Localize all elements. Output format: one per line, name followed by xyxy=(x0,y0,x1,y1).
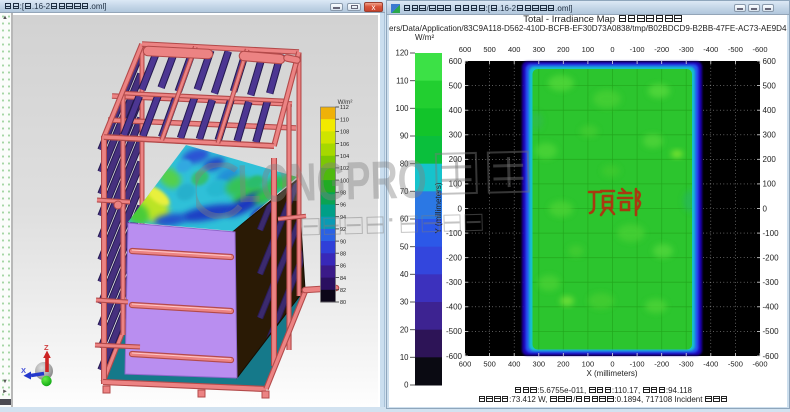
svg-text:20: 20 xyxy=(400,325,409,334)
svg-text:80: 80 xyxy=(400,159,409,168)
svg-text:86: 86 xyxy=(340,264,346,270)
svg-text:600: 600 xyxy=(459,45,472,54)
svg-text:600: 600 xyxy=(763,57,777,66)
svg-text:0: 0 xyxy=(458,204,463,213)
svg-text:-300: -300 xyxy=(679,45,694,54)
svg-text:-300: -300 xyxy=(446,278,463,287)
svg-text:-200: -200 xyxy=(446,254,463,263)
svg-text:500: 500 xyxy=(763,81,777,90)
svg-text:Z: Z xyxy=(44,343,49,352)
svg-text:-400: -400 xyxy=(446,303,463,312)
svg-text:200: 200 xyxy=(557,45,570,54)
svg-text:-400: -400 xyxy=(703,360,718,369)
svg-text:W/m²: W/m² xyxy=(415,33,434,42)
svg-text:-400: -400 xyxy=(763,303,780,312)
svg-text:300: 300 xyxy=(763,131,777,140)
svg-text:100: 100 xyxy=(340,178,349,184)
svg-text:X (millimeters): X (millimeters) xyxy=(586,369,637,378)
svg-text:100: 100 xyxy=(763,180,777,189)
svg-text:200: 200 xyxy=(763,155,777,164)
svg-text:110: 110 xyxy=(340,117,349,123)
svg-text:92: 92 xyxy=(340,227,346,233)
svg-text:110: 110 xyxy=(396,76,409,85)
svg-text:200: 200 xyxy=(449,155,463,164)
svg-text:600: 600 xyxy=(459,360,472,369)
svg-text:60: 60 xyxy=(400,215,409,224)
svg-text:X: X xyxy=(21,366,26,375)
svg-text:-600: -600 xyxy=(446,352,463,361)
svg-text:120: 120 xyxy=(395,49,409,58)
svg-text:30: 30 xyxy=(400,298,409,307)
svg-text:Y (millimeters): Y (millimeters) xyxy=(434,182,443,233)
svg-text:-600: -600 xyxy=(752,45,767,54)
svg-text:-100: -100 xyxy=(630,360,645,369)
svg-text:10: 10 xyxy=(400,353,409,362)
svg-text:300: 300 xyxy=(533,360,546,369)
svg-text:50: 50 xyxy=(400,242,409,251)
svg-text:82: 82 xyxy=(340,288,346,294)
svg-text:98: 98 xyxy=(340,191,346,197)
svg-text:400: 400 xyxy=(508,45,521,54)
svg-text:-500: -500 xyxy=(763,327,780,336)
svg-text:-600: -600 xyxy=(752,360,767,369)
svg-text:-400: -400 xyxy=(703,45,718,54)
svg-text:0: 0 xyxy=(610,45,614,54)
svg-text:40: 40 xyxy=(400,270,409,279)
svg-text:600: 600 xyxy=(449,57,463,66)
svg-text:-100: -100 xyxy=(763,229,780,238)
svg-text:400: 400 xyxy=(763,106,777,115)
svg-text:104: 104 xyxy=(340,154,349,160)
svg-text:400: 400 xyxy=(449,106,463,115)
svg-text:300: 300 xyxy=(533,45,546,54)
svg-text:-300: -300 xyxy=(679,360,694,369)
svg-text:100: 100 xyxy=(582,45,595,54)
svg-text:90: 90 xyxy=(400,132,409,141)
svg-text:80: 80 xyxy=(340,300,346,306)
svg-text:500: 500 xyxy=(449,81,463,90)
svg-text:0: 0 xyxy=(763,204,768,213)
svg-text:84: 84 xyxy=(340,276,346,282)
svg-text:-300: -300 xyxy=(763,278,780,287)
svg-text:-100: -100 xyxy=(630,45,645,54)
svg-text:94: 94 xyxy=(340,215,346,221)
svg-text:500: 500 xyxy=(483,360,496,369)
svg-text:200: 200 xyxy=(557,360,570,369)
svg-text:-200: -200 xyxy=(654,360,669,369)
svg-text:-600: -600 xyxy=(763,352,780,361)
svg-text:-500: -500 xyxy=(728,360,743,369)
svg-text:90: 90 xyxy=(340,239,346,245)
svg-text:500: 500 xyxy=(483,45,496,54)
svg-text:100: 100 xyxy=(582,360,595,369)
svg-text:88: 88 xyxy=(340,251,346,257)
svg-text:102: 102 xyxy=(340,166,349,172)
svg-text:-500: -500 xyxy=(728,45,743,54)
svg-text:108: 108 xyxy=(340,130,349,136)
svg-text:100: 100 xyxy=(395,104,409,113)
svg-text:112: 112 xyxy=(340,105,349,111)
svg-text:400: 400 xyxy=(508,360,521,369)
svg-text:-200: -200 xyxy=(763,254,780,263)
svg-text:0: 0 xyxy=(610,360,614,369)
svg-text:96: 96 xyxy=(340,203,346,209)
svg-text:-100: -100 xyxy=(446,229,463,238)
svg-text:100: 100 xyxy=(449,180,463,189)
svg-text:-500: -500 xyxy=(446,327,463,336)
svg-text:300: 300 xyxy=(449,131,463,140)
svg-text:-200: -200 xyxy=(654,45,669,54)
svg-text:70: 70 xyxy=(400,187,409,196)
svg-text:106: 106 xyxy=(340,142,349,148)
